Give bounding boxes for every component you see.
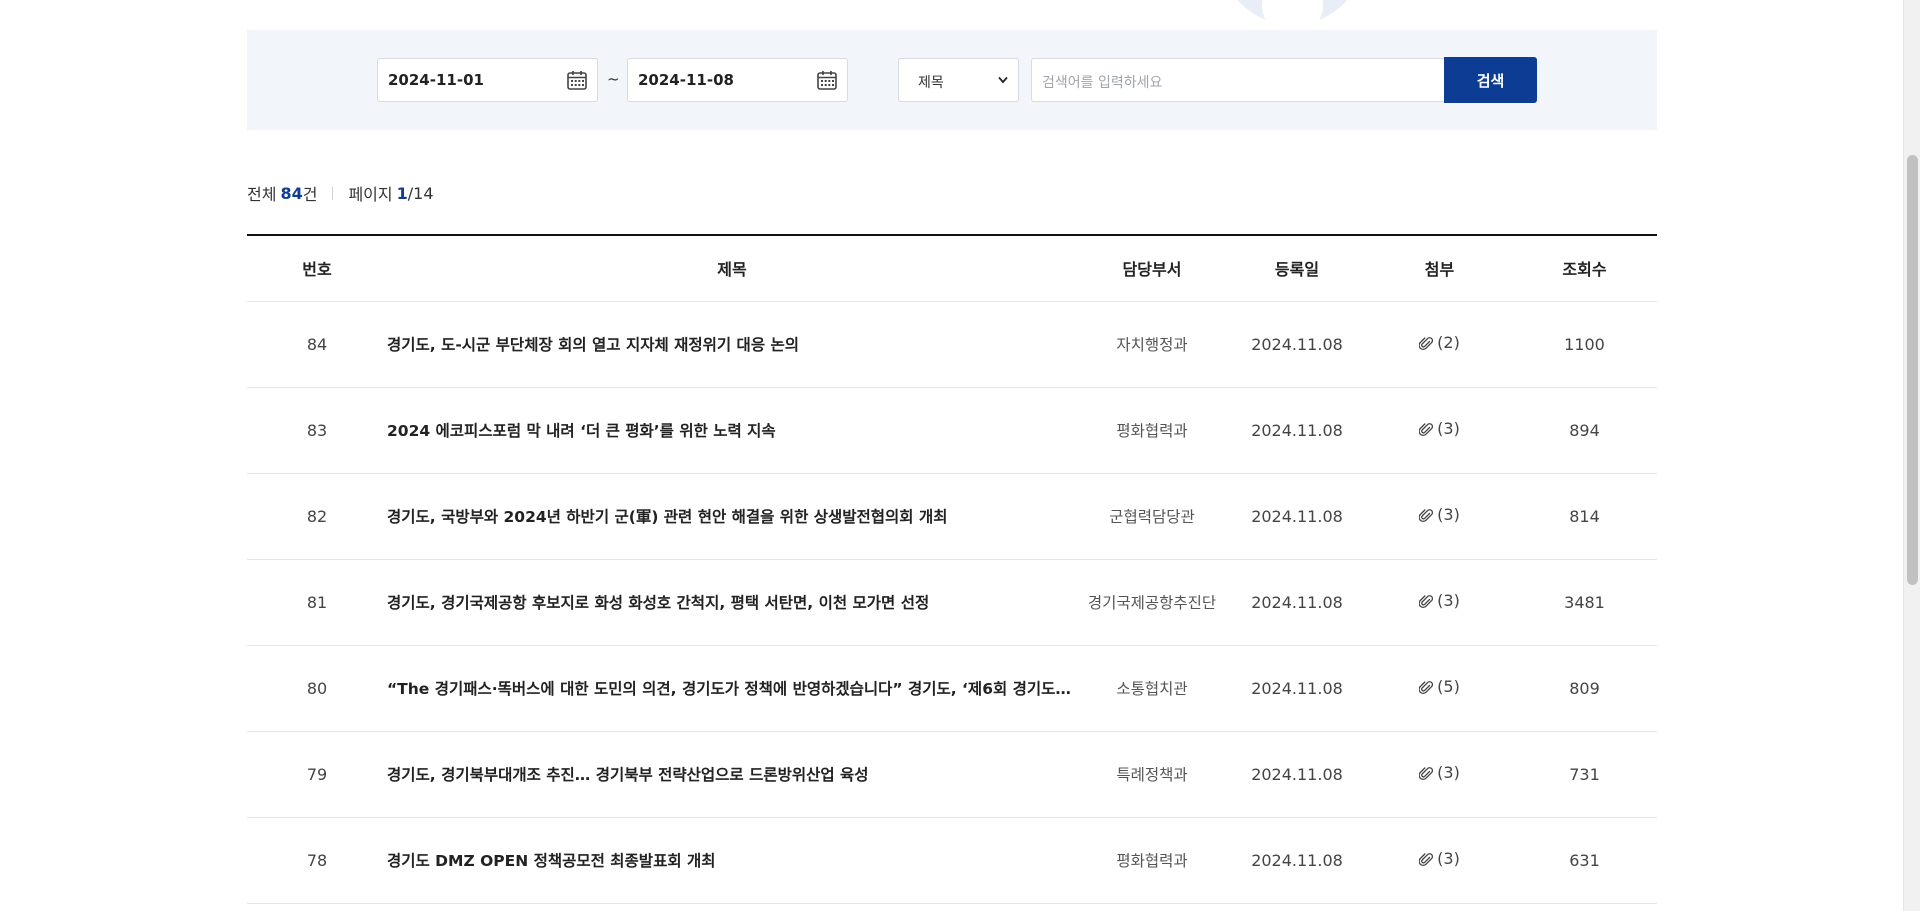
search-placeholder: 검색어를 입력하세요	[1042, 75, 1163, 91]
table-row[interactable]: 79 경기도, 경기북부대개조 추진… 경기북부 전략산업으로 드론방위산업 육성…	[247, 731, 1657, 818]
row-number: 81	[247, 559, 387, 646]
row-attachment[interactable]: (3)	[1367, 559, 1512, 646]
total-unit: 건	[302, 185, 318, 204]
row-title-link[interactable]: 경기도 DMZ OPEN 정책공모전 최종발표회 개최	[387, 817, 1077, 904]
attachment-count: (2)	[1437, 333, 1460, 353]
row-views: 894	[1512, 387, 1657, 474]
row-attachment[interactable]: (3)	[1367, 387, 1512, 474]
attachment-count: (3)	[1437, 763, 1460, 783]
page-label: 페이지	[348, 185, 393, 204]
row-date: 2024.11.08	[1227, 731, 1367, 818]
start-date-value: 2024-11-01	[388, 71, 484, 89]
row-number: 79	[247, 731, 387, 818]
row-title-link[interactable]: 2024 에코피스포럼 막 내려 ‘더 큰 평화’를 위한 노력 지속	[387, 387, 1077, 474]
row-department: 평화협력과	[1077, 817, 1227, 904]
header-number: 번호	[247, 235, 387, 302]
table-row[interactable]: 83 2024 에코피스포럼 막 내려 ‘더 큰 평화’를 위한 노력 지속 평화협…	[247, 387, 1657, 474]
row-title-link[interactable]: 경기도, 도-시군 부단체장 회의 열고 지자체 재정위기 대응 논의	[387, 301, 1077, 388]
row-department: 소통협치관	[1077, 645, 1227, 732]
row-department: 경기국제공항추진단	[1077, 559, 1227, 646]
row-views: 731	[1512, 731, 1657, 818]
paperclip-icon	[1419, 336, 1434, 350]
row-views: 3481	[1512, 559, 1657, 646]
row-date: 2024.11.08	[1227, 473, 1367, 560]
row-views: 1100	[1512, 301, 1657, 388]
paperclip-icon	[1419, 680, 1434, 694]
calendar-icon[interactable]	[816, 69, 838, 91]
row-date: 2024.11.08	[1227, 387, 1367, 474]
total-pages: /14	[407, 183, 434, 203]
result-summary: 전체 84 건 페이지 1 /14	[247, 181, 434, 205]
total-count: 84	[280, 183, 303, 203]
header-department: 담당부서	[1077, 235, 1227, 302]
header-views: 조회수	[1512, 235, 1657, 302]
current-page: 1	[396, 183, 408, 203]
search-panel: 2024-11-01 ~ 2024-11-08 제목 검색어를 입력하세요 검색	[247, 30, 1657, 130]
row-department: 특례정책과	[1077, 731, 1227, 818]
search-input[interactable]: 검색어를 입력하세요	[1031, 58, 1445, 102]
paperclip-icon	[1419, 422, 1434, 436]
date-range-separator: ~	[607, 70, 620, 88]
row-department: 군협력담당관	[1077, 473, 1227, 560]
vertical-scrollbar[interactable]	[1903, 0, 1920, 911]
end-date-field[interactable]: 2024-11-08	[627, 58, 848, 102]
row-date: 2024.11.08	[1227, 559, 1367, 646]
row-attachment[interactable]: (2)	[1367, 301, 1512, 388]
row-department: 자치행정과	[1077, 301, 1227, 388]
attachment-count: (3)	[1437, 505, 1460, 525]
row-title-link[interactable]: 경기도, 경기국제공항 후보지로 화성 화성호 간척지, 평택 서탄면, 이천 …	[387, 559, 1077, 646]
row-attachment[interactable]: (5)	[1367, 645, 1512, 732]
attachment-count: (3)	[1437, 419, 1460, 439]
paperclip-icon	[1419, 852, 1434, 866]
row-attachment[interactable]: (3)	[1367, 817, 1512, 904]
paperclip-icon	[1419, 594, 1434, 608]
search-button[interactable]: 검색	[1444, 57, 1537, 103]
row-date: 2024.11.08	[1227, 301, 1367, 388]
row-title-link[interactable]: 경기도, 국방부와 2024년 하반기 군(軍) 관련 현안 해결을 위한 상생…	[387, 473, 1077, 560]
row-views: 814	[1512, 473, 1657, 560]
row-number: 80	[247, 645, 387, 732]
scrollbar-thumb[interactable]	[1907, 155, 1918, 585]
row-title-link[interactable]: “The 경기패스·똑버스에 대한 도민의 의견, 경기도가 정책에 반영하겠습…	[387, 645, 1077, 732]
attachment-count: (3)	[1437, 849, 1460, 869]
row-title-link[interactable]: 경기도, 경기북부대개조 추진… 경기북부 전략산업으로 드론방위산업 육성	[387, 731, 1077, 818]
row-department: 평화협력과	[1077, 387, 1227, 474]
header-attachment: 첨부	[1367, 235, 1512, 302]
row-views: 631	[1512, 817, 1657, 904]
header-title: 제목	[387, 235, 1077, 302]
paperclip-icon	[1419, 766, 1434, 780]
header-date: 등록일	[1227, 235, 1367, 302]
table-row[interactable]: 80 “The 경기패스·똑버스에 대한 도민의 의견, 경기도가 정책에 반영하…	[247, 645, 1657, 732]
table-row[interactable]: 84 경기도, 도-시군 부단체장 회의 열고 지자체 재정위기 대응 논의 자치행…	[247, 301, 1657, 388]
chevron-down-icon	[998, 76, 1008, 84]
row-number: 78	[247, 817, 387, 904]
table-row[interactable]: 78 경기도 DMZ OPEN 정책공모전 최종발표회 개최 평화협력과 2024.1…	[247, 817, 1657, 904]
row-views: 809	[1512, 645, 1657, 732]
row-date: 2024.11.08	[1227, 817, 1367, 904]
start-date-field[interactable]: 2024-11-01	[377, 58, 598, 102]
search-field-select[interactable]: 제목	[898, 58, 1019, 102]
row-number: 84	[247, 301, 387, 388]
row-number: 82	[247, 473, 387, 560]
press-release-table: 번호 제목 담당부서 등록일 첨부 조회수 84 경기도, 도-시군 부단체장 회…	[247, 234, 1657, 904]
table-header-row: 번호 제목 담당부서 등록일 첨부 조회수	[247, 235, 1657, 302]
attachment-count: (5)	[1437, 677, 1460, 697]
row-date: 2024.11.08	[1227, 645, 1367, 732]
paperclip-icon	[1419, 508, 1434, 522]
summary-divider	[332, 186, 334, 200]
row-attachment[interactable]: (3)	[1367, 473, 1512, 560]
attachment-count: (3)	[1437, 591, 1460, 611]
decorative-background-shape	[1220, 0, 1365, 36]
total-label: 전체	[247, 185, 277, 204]
table-row[interactable]: 82 경기도, 국방부와 2024년 하반기 군(軍) 관련 현안 해결을 위한 …	[247, 473, 1657, 560]
search-field-selected: 제목	[918, 75, 944, 91]
calendar-icon[interactable]	[566, 69, 588, 91]
table-row[interactable]: 81 경기도, 경기국제공항 후보지로 화성 화성호 간척지, 평택 서탄면, 이…	[247, 559, 1657, 646]
end-date-value: 2024-11-08	[638, 71, 734, 89]
row-attachment[interactable]: (3)	[1367, 731, 1512, 818]
row-number: 83	[247, 387, 387, 474]
